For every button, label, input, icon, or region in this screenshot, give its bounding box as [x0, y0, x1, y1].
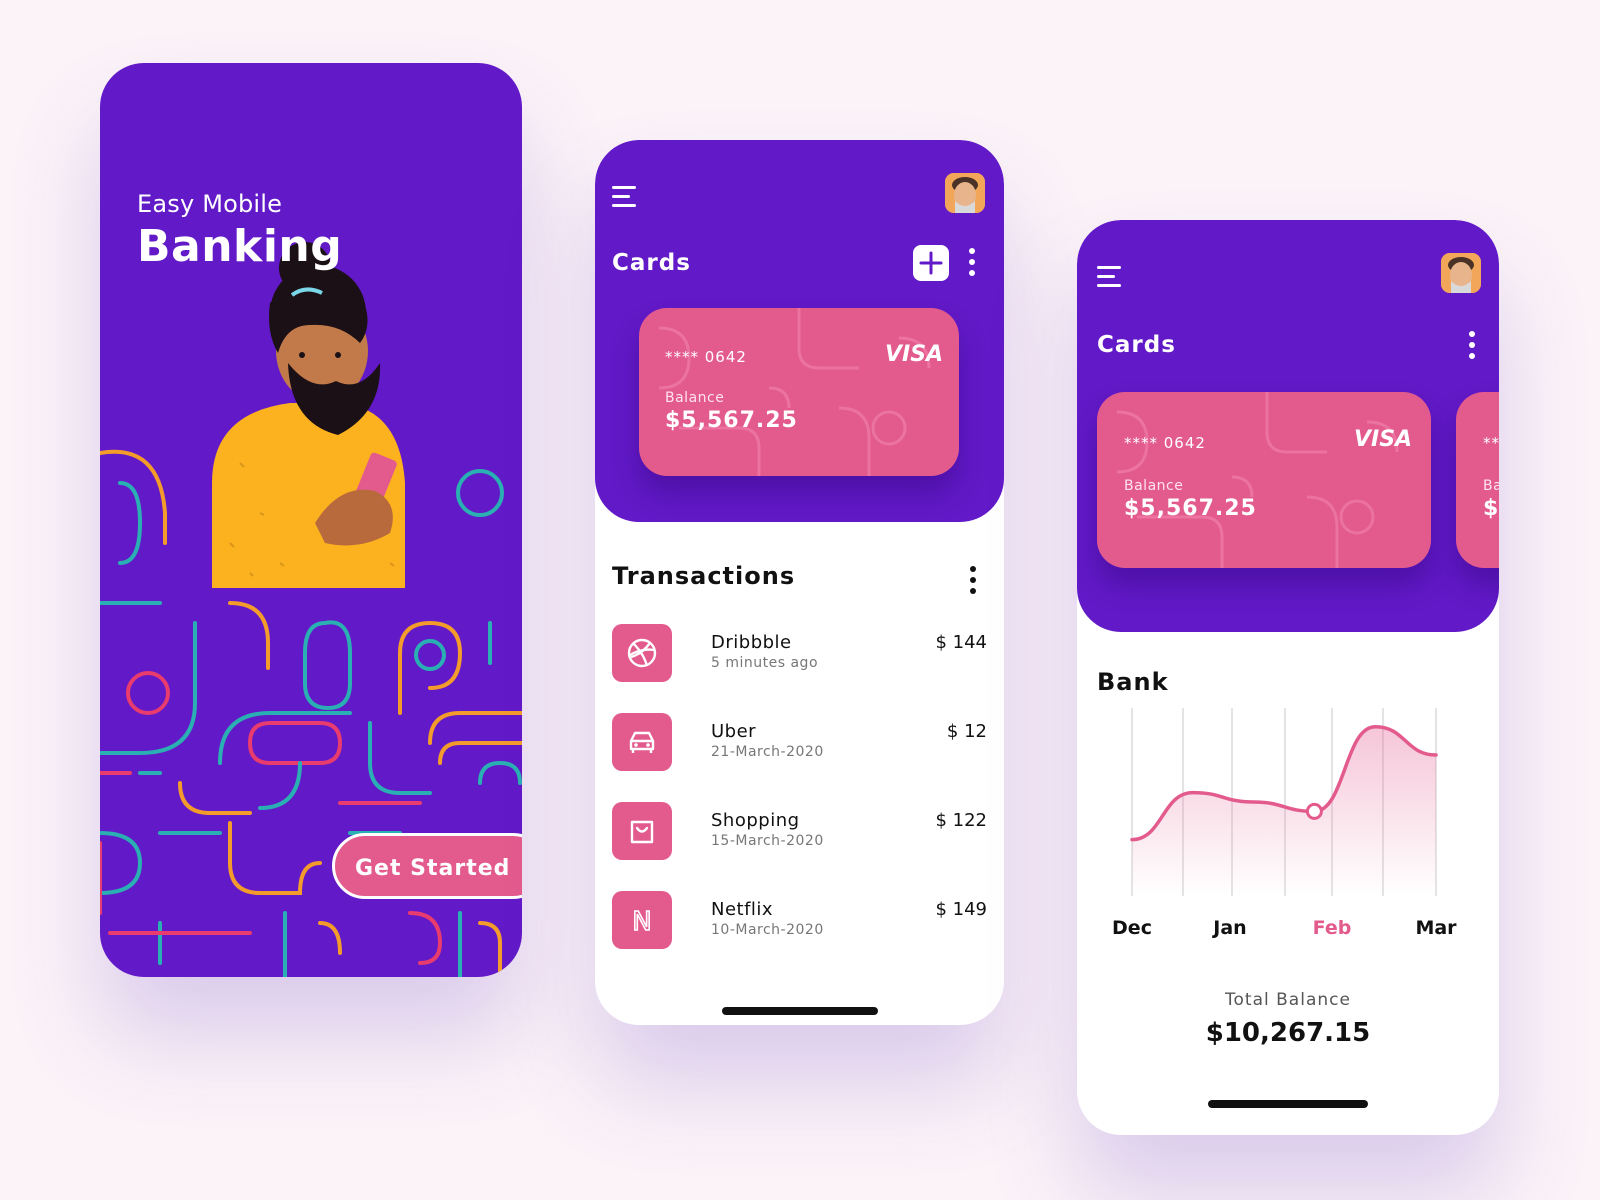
car-icon: [612, 713, 672, 771]
avatar-image: [1441, 253, 1481, 293]
shopping-bag-icon: [612, 802, 672, 860]
transaction-date: 15-March-2020: [711, 833, 824, 849]
menu-icon[interactable]: [612, 184, 640, 210]
transaction-amount: $ 12: [946, 721, 987, 742]
transactions-more-icon[interactable]: [968, 565, 978, 595]
total-balance-value: $10,267.15: [1205, 1018, 1371, 1048]
chart-x-label[interactable]: Jan: [1211, 917, 1246, 939]
bank-header: Cards **** 0642 VISA Balance $5,567.25 *…: [1077, 220, 1499, 632]
chart-x-label[interactable]: Mar: [1415, 917, 1457, 939]
transaction-amount: $ 122: [935, 810, 987, 831]
next-card-peek[interactable]: ** Ba $: [1456, 392, 1499, 568]
get-started-button[interactable]: Get Started: [332, 833, 522, 899]
card-balance-label: Balance: [665, 390, 725, 406]
home-indicator[interactable]: [722, 1007, 878, 1015]
transaction-row[interactable]: Dribbble 5 minutes ago $ 144: [612, 624, 987, 684]
chart-highlight-point[interactable]: [1305, 802, 1323, 820]
peek-card-balance-label: Ba: [1483, 478, 1499, 494]
peek-card-balance: $: [1483, 496, 1499, 521]
add-card-button[interactable]: [913, 245, 949, 281]
transaction-name: Shopping: [711, 810, 800, 831]
avatar[interactable]: [1441, 253, 1481, 293]
dribbble-icon: [612, 624, 672, 682]
card-balance: $5,567.25: [665, 408, 798, 433]
card-balance: $5,567.25: [1124, 496, 1257, 521]
transaction-time: 5 minutes ago: [711, 655, 819, 671]
transaction-date: 10-March-2020: [711, 922, 824, 938]
bank-title: Bank: [1097, 668, 1169, 696]
credit-card[interactable]: **** 0642 VISA Balance $5,567.25: [639, 308, 959, 476]
peek-card-number: **: [1483, 434, 1499, 452]
cards-more-icon[interactable]: [1467, 330, 1477, 360]
transaction-name: Uber: [711, 721, 757, 742]
netflix-icon: N: [612, 891, 672, 949]
menu-icon[interactable]: [1097, 264, 1125, 290]
transactions-title: Transactions: [612, 562, 796, 590]
credit-card[interactable]: **** 0642 VISA Balance $5,567.25: [1097, 392, 1431, 568]
card-number: **** 0642: [1124, 434, 1206, 452]
cards-title: Cards: [1097, 332, 1176, 358]
avatar-image: [945, 173, 985, 213]
onboarding-screen: Easy Mobile Banking Get Started: [100, 63, 522, 977]
chart-x-label[interactable]: Feb: [1313, 917, 1352, 939]
onboarding-subtitle: Easy Mobile: [137, 190, 283, 218]
transaction-name: Dribbble: [711, 632, 792, 653]
balance-chart[interactable]: Dec Jan Feb Mar: [1077, 700, 1499, 990]
home-indicator[interactable]: [1208, 1100, 1368, 1108]
transaction-row[interactable]: N Netflix 10-March-2020 $ 149: [612, 891, 987, 951]
plus-icon: [919, 251, 943, 275]
cards-header: Cards **** 0642 VISA Balance $5,567.25: [595, 140, 1004, 522]
transaction-name: Netflix: [711, 899, 774, 920]
bank-overview-screen: Cards **** 0642 VISA Balance $5,567.25 *…: [1077, 220, 1499, 1135]
cards-more-icon[interactable]: [967, 247, 977, 277]
transaction-row[interactable]: Uber 21-March-2020 $ 12: [612, 713, 987, 773]
cards-transactions-screen: Cards **** 0642 VISA Balance $5,567.25 T…: [595, 140, 1004, 1025]
card-number: **** 0642: [665, 348, 747, 366]
onboarding-title: Banking: [137, 221, 343, 272]
netflix-glyph: N: [632, 907, 651, 937]
cards-title: Cards: [612, 250, 691, 276]
total-balance-label: Total Balance: [1225, 990, 1351, 1010]
transaction-row[interactable]: Shopping 15-March-2020 $ 122: [612, 802, 987, 862]
visa-logo: VISA: [885, 342, 944, 367]
card-balance-label: Balance: [1124, 478, 1184, 494]
chart-area: [1132, 726, 1436, 896]
chart-x-label[interactable]: Dec: [1112, 917, 1152, 939]
visa-logo: VISA: [1354, 427, 1413, 452]
transaction-date: 21-March-2020: [711, 744, 824, 760]
transaction-amount: $ 149: [935, 899, 987, 920]
transaction-amount: $ 144: [935, 632, 987, 653]
avatar[interactable]: [945, 173, 985, 213]
